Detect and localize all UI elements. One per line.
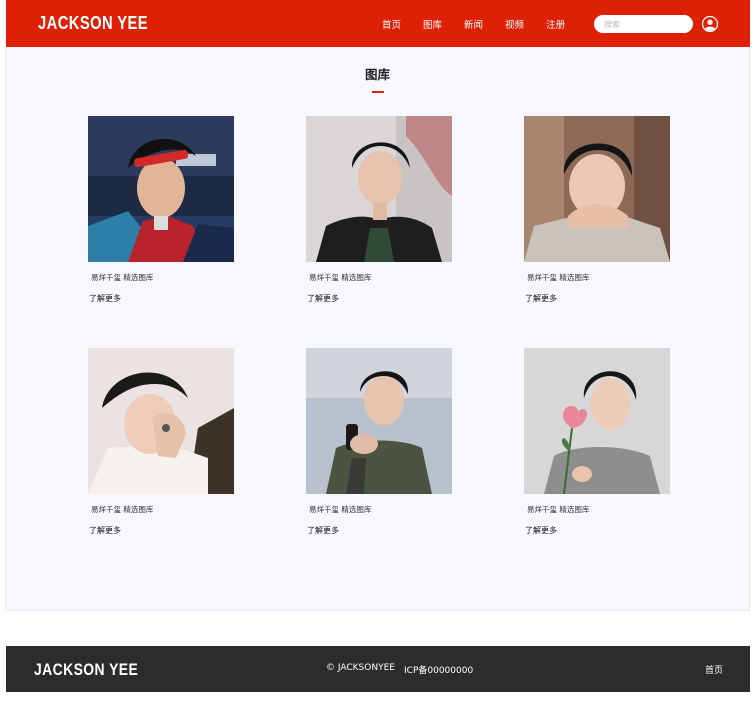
- search-input[interactable]: [594, 15, 693, 33]
- gallery-card: 易烊千玺 精选图库 了解更多: [306, 116, 454, 305]
- page-footer: JACKSON YEE © JACKSONYEE ICP备00000000 首页: [6, 646, 750, 692]
- gallery-photo[interactable]: [524, 116, 670, 262]
- gallery-photo[interactable]: [524, 348, 670, 494]
- gallery-photo[interactable]: [306, 116, 452, 262]
- page-title: 图库: [364, 67, 390, 82]
- card-caption: 易烊千玺 精选图库: [309, 505, 372, 514]
- gallery-photo[interactable]: [306, 348, 452, 494]
- gallery-card: 易烊千玺 精选图库 了解更多: [306, 348, 454, 537]
- footer-home-link[interactable]: 首页: [705, 663, 723, 676]
- gallery-card: 易烊千玺 精选图库 了解更多: [88, 116, 236, 305]
- main-nav: 首页 图库 新闻 视频 注册: [382, 0, 587, 47]
- site-logo[interactable]: JACKSON YEE: [38, 13, 148, 34]
- gallery-card: 易烊千玺 精选图库 了解更多: [88, 348, 236, 537]
- icp-text: ICP备00000000: [404, 666, 474, 676]
- learn-more-link[interactable]: 了解更多: [524, 293, 557, 304]
- learn-more-link[interactable]: 了解更多: [524, 525, 557, 536]
- card-caption: 易烊千玺 精选图库: [527, 505, 590, 514]
- copyright-text: © JACKSONYEE: [326, 663, 395, 673]
- title-underline: [372, 91, 384, 93]
- learn-more-link[interactable]: 了解更多: [88, 293, 121, 304]
- card-caption: 易烊千玺 精选图库: [527, 273, 590, 282]
- gallery-section: 图库 易烊千玺 精选图库 了解更多 易烊千玺 精选图库 了解更多 易烊千玺 精选…: [5, 47, 750, 611]
- card-caption: 易烊千玺 精选图库: [91, 505, 154, 514]
- footer-logo[interactable]: JACKSON YEE: [34, 660, 138, 680]
- nav-item-news[interactable]: 新闻: [464, 17, 483, 31]
- learn-more-link[interactable]: 了解更多: [306, 293, 339, 304]
- nav-item-home[interactable]: 首页: [382, 17, 401, 31]
- gallery-card: 易烊千玺 精选图库 了解更多: [524, 348, 672, 537]
- learn-more-link[interactable]: 了解更多: [88, 525, 121, 536]
- card-caption: 易烊千玺 精选图库: [91, 273, 154, 282]
- user-icon[interactable]: [701, 15, 719, 33]
- gallery-photo[interactable]: [88, 348, 234, 494]
- gallery-photo[interactable]: [88, 116, 234, 262]
- card-caption: 易烊千玺 精选图库: [309, 273, 372, 282]
- nav-item-register[interactable]: 注册: [546, 17, 565, 31]
- learn-more-link[interactable]: 了解更多: [306, 525, 339, 536]
- nav-item-video[interactable]: 视频: [505, 17, 524, 31]
- nav-item-gallery[interactable]: 图库: [423, 17, 442, 31]
- gallery-card: 易烊千玺 精选图库 了解更多: [524, 116, 672, 305]
- top-header: JACKSON YEE 首页 图库 新闻 视频 注册: [6, 0, 750, 47]
